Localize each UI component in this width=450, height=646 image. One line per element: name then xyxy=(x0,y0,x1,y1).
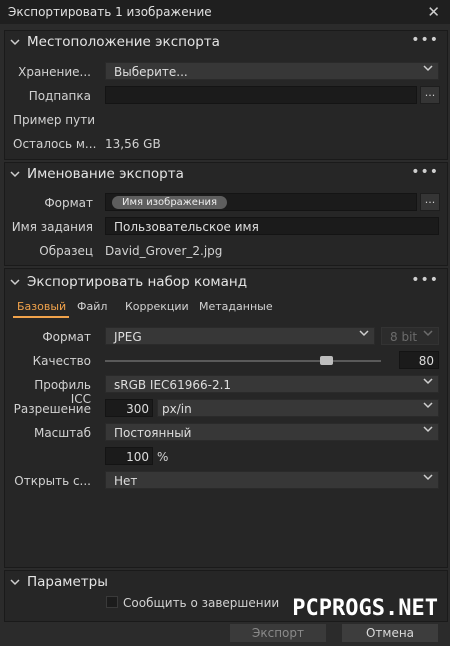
export-naming-header[interactable]: Именование экспорта ••• xyxy=(5,164,447,187)
section-title: Экспортировать набор команд xyxy=(27,274,248,290)
job-name-value: Пользовательское имя xyxy=(114,220,259,234)
recipe-format-select[interactable]: JPEG xyxy=(105,327,375,345)
bit-depth-select: 8 bit xyxy=(381,327,439,345)
path-example-label: Пример пути xyxy=(13,113,96,127)
title-bar: Экспортировать 1 изображение ✕ xyxy=(0,0,450,24)
dropdown-arrow-icon xyxy=(423,424,433,437)
image-name-token[interactable]: Имя изображения xyxy=(112,196,228,209)
chevron-down-icon[interactable] xyxy=(10,276,20,290)
naming-format-input[interactable]: Имя изображения xyxy=(105,193,417,211)
export-naming-panel: Именование экспорта ••• Формат Имя изобр… xyxy=(4,162,448,266)
dropdown-arrow-icon xyxy=(423,63,433,76)
more-dots-icon[interactable]: ••• xyxy=(411,164,439,180)
scale-percent-input[interactable]: 100 xyxy=(105,447,153,465)
scale-value: Постоянный xyxy=(114,426,192,440)
export-recipe-panel: Экспортировать набор команд ••• Базовый … xyxy=(4,268,448,568)
export-location-panel: Местоположение экспорта ••• Хранение... … xyxy=(4,30,448,160)
subfolder-label: Подпапка xyxy=(28,89,91,103)
chevron-down-icon[interactable] xyxy=(10,36,20,50)
subfolder-input[interactable] xyxy=(105,86,417,104)
tab-file[interactable]: Файл xyxy=(77,300,107,313)
remaining-value: 13,56 GB xyxy=(105,137,161,151)
recipe-tabs: Базовый Файл Коррекции Метаданные xyxy=(13,300,433,318)
chevron-down-icon[interactable] xyxy=(10,576,20,590)
storage-select[interactable]: Выберите... xyxy=(105,62,439,80)
parameters-header[interactable]: Параметры xyxy=(5,573,447,595)
more-dots-icon[interactable]: ••• xyxy=(411,272,439,288)
dropdown-arrow-icon xyxy=(423,400,433,413)
dropdown-arrow-icon xyxy=(423,328,433,341)
resolution-value: 300 xyxy=(126,402,149,416)
quality-slider-track[interactable] xyxy=(105,360,381,362)
notify-checkbox[interactable] xyxy=(106,596,118,608)
cancel-button[interactable]: Отмена xyxy=(342,624,438,642)
tab-metadata[interactable]: Метаданные xyxy=(199,300,273,313)
notify-label[interactable]: Сообщить о завершении xyxy=(123,596,279,610)
naming-browse-button[interactable]: ... xyxy=(420,193,440,211)
job-name-label: Имя задания xyxy=(11,220,93,234)
storage-label: Хранение... xyxy=(18,65,91,79)
remaining-label: Осталось м... xyxy=(13,137,97,151)
window-title: Экспортировать 1 изображение xyxy=(8,5,212,19)
scale-label: Масштаб xyxy=(33,426,91,440)
recipe-format-label: Формат xyxy=(42,330,91,344)
naming-format-label: Формат xyxy=(44,196,93,210)
tab-adjustments[interactable]: Коррекции xyxy=(125,300,189,313)
quality-value: 80 xyxy=(418,354,434,368)
resolution-unit-value: px/in xyxy=(162,402,192,416)
storage-value: Выберите... xyxy=(114,65,188,79)
resolution-unit-select[interactable]: px/in xyxy=(157,399,439,417)
section-title: Местоположение экспорта xyxy=(27,34,220,50)
resolution-input[interactable]: 300 xyxy=(105,399,153,417)
active-tab-indicator xyxy=(13,316,69,318)
close-icon[interactable]: ✕ xyxy=(427,3,440,21)
more-dots-icon[interactable]: ••• xyxy=(411,32,439,48)
icc-select[interactable]: sRGB IEC61966-2.1 xyxy=(105,375,439,393)
sample-value: David_Grover_2.jpg xyxy=(105,244,223,258)
open-with-value: Нет xyxy=(114,474,138,488)
subfolder-browse-button[interactable]: ... xyxy=(420,86,440,104)
percent-unit: % xyxy=(157,450,169,464)
watermark: PCPROGS.NET xyxy=(292,596,438,621)
icc-value: sRGB IEC61966-2.1 xyxy=(114,378,232,392)
open-with-label: Открыть с... xyxy=(14,474,91,488)
dropdown-arrow-icon xyxy=(423,472,433,485)
bit-depth-value: 8 bit xyxy=(390,330,418,344)
export-location-header[interactable]: Местоположение экспорта ••• xyxy=(5,32,447,55)
recipe-format-value: JPEG xyxy=(114,330,142,344)
section-title: Параметры xyxy=(27,574,108,590)
scale-percent-value: 100 xyxy=(126,450,149,464)
chevron-down-icon[interactable] xyxy=(10,168,20,182)
sample-label: Образец xyxy=(39,244,93,258)
export-recipe-header[interactable]: Экспортировать набор команд ••• xyxy=(5,272,447,295)
quality-label: Качество xyxy=(32,354,91,368)
scale-select[interactable]: Постоянный xyxy=(105,423,439,441)
export-button[interactable]: Экспорт xyxy=(230,624,326,642)
quality-slider-handle[interactable] xyxy=(319,356,333,365)
open-with-select[interactable]: Нет xyxy=(105,471,439,489)
job-name-input[interactable]: Пользовательское имя xyxy=(105,217,439,235)
dropdown-arrow-icon xyxy=(359,328,369,341)
tab-basic[interactable]: Базовый xyxy=(17,300,66,313)
resolution-label: Разрешение xyxy=(13,402,91,416)
quality-input[interactable]: 80 xyxy=(399,351,439,369)
dropdown-arrow-icon xyxy=(423,376,433,389)
section-title: Именование экспорта xyxy=(27,166,184,182)
